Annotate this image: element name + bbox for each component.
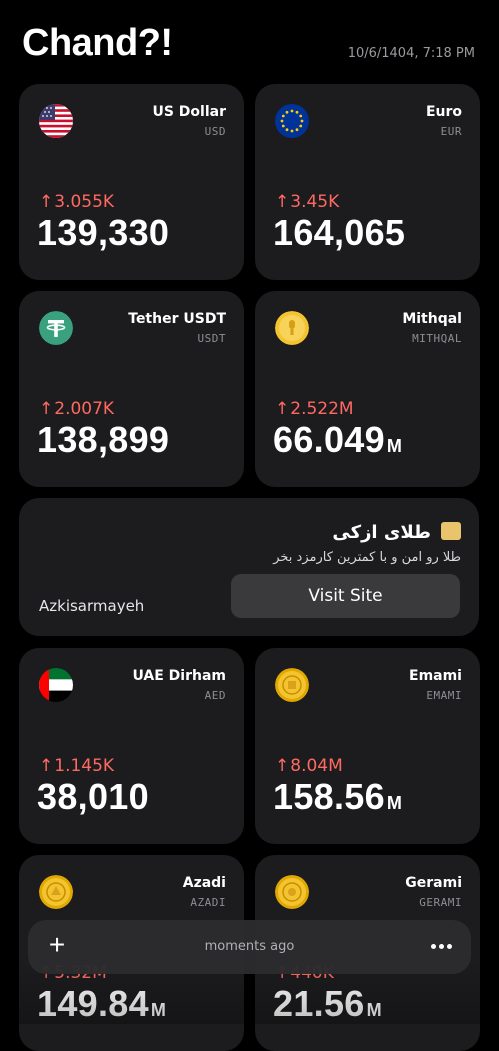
price-number: 164,065	[273, 212, 406, 253]
currency-code: EUR	[440, 125, 462, 138]
us-flag-icon	[39, 104, 73, 138]
currency-code: GERAMI	[419, 896, 462, 909]
change-value: 2.522M	[290, 399, 354, 419]
rate-card-mithqal[interactable]: Mithqal MITHQAL ↑2.522M 66.049 M	[255, 291, 480, 487]
price-number: 158.56	[273, 776, 385, 817]
price-change: ↑3.45K	[275, 192, 339, 212]
price-unit: M	[386, 436, 403, 456]
uae-flag-icon	[39, 668, 73, 702]
price-change: ↑1.145K	[39, 756, 114, 776]
price-unit: M	[386, 793, 403, 813]
ad-title: طلای ازکی	[332, 522, 431, 543]
price-unit: M	[150, 1000, 167, 1020]
change-value: 3.055K	[54, 192, 115, 212]
rate-card-usdt[interactable]: Tether USDT USDT ↑2.007K 138,899	[19, 291, 244, 487]
price-value: 139,330	[37, 212, 171, 254]
price-value: 138,899	[37, 419, 171, 461]
arrow-up-icon: ↑	[275, 192, 290, 212]
price-number: 66.049	[273, 419, 385, 460]
price-value: 38,010	[37, 776, 151, 818]
price-value: 66.049 M	[273, 419, 402, 461]
change-value: 2.007K	[54, 399, 115, 419]
price-change: ↑3.055K	[39, 192, 114, 212]
ad-brand: Azkisarmayeh	[39, 597, 145, 615]
arrow-up-icon: ↑	[275, 399, 290, 419]
currency-name: Azadi	[182, 875, 226, 891]
currency-code: AZADI	[190, 896, 226, 909]
rate-card-emami[interactable]: Emami EMAMI ↑8.04M 158.56 M	[255, 648, 480, 844]
gold-coin-icon	[275, 668, 309, 702]
gold-coin-icon	[39, 875, 73, 909]
currency-code: USD	[204, 125, 226, 138]
price-number: 38,010	[37, 776, 149, 817]
arrow-up-icon: ↑	[39, 756, 54, 776]
arrow-up-icon: ↑	[275, 756, 290, 776]
price-value: 21.56 M	[273, 983, 382, 1025]
currency-code: USDT	[197, 332, 226, 345]
price-number: 139,330	[37, 212, 170, 253]
currency-name: Gerami	[405, 875, 462, 891]
change-value: 1.145K	[54, 756, 115, 776]
arrow-up-icon: ↑	[39, 399, 54, 419]
currency-name: Tether USDT	[128, 311, 226, 327]
rate-card-aed[interactable]: UAE Dirham AED ↑1.145K 38,010	[19, 648, 244, 844]
currency-name: US Dollar	[152, 104, 226, 120]
currency-name: Emami	[409, 668, 462, 684]
currency-name: Euro	[425, 104, 462, 120]
gold-bar-icon	[441, 522, 461, 540]
price-value: 149.84 M	[37, 983, 166, 1025]
eu-flag-icon	[275, 104, 309, 138]
app-title: Chand?!	[22, 22, 173, 64]
bottom-toolbar: + moments ago	[28, 920, 471, 974]
currency-code: EMAMI	[426, 689, 462, 702]
price-change: ↑2.522M	[275, 399, 354, 419]
refresh-status[interactable]: moments ago	[28, 939, 471, 954]
rate-card-eur[interactable]: Euro EUR ↑3.45K 164,065	[255, 84, 480, 280]
rate-card-usd[interactable]: US Dollar USD ↑3.055K 139,330	[19, 84, 244, 280]
change-value: 8.04M	[290, 756, 343, 776]
price-change: ↑8.04M	[275, 756, 343, 776]
price-value: 158.56 M	[273, 776, 402, 818]
ad-subtitle: طلا رو امن و با کمترین کارمزد بخر	[273, 550, 461, 565]
last-updated-timestamp: 10/6/1404, 7:18 PM	[347, 46, 475, 61]
header: Chand?! 10/6/1404, 7:18 PM	[0, 0, 499, 80]
currency-code: MITHQAL	[412, 332, 462, 345]
gold-coin-icon	[275, 875, 309, 909]
price-number: 138,899	[37, 419, 170, 460]
currency-name: Mithqal	[402, 311, 462, 327]
arrow-up-icon: ↑	[39, 192, 54, 212]
price-unit: M	[366, 1000, 382, 1020]
sponsored-ad-card: طلای ازکی طلا رو امن و با کمترین کارمزد …	[19, 498, 479, 636]
currency-name: UAE Dirham	[132, 668, 226, 684]
change-value: 3.45K	[290, 192, 340, 212]
tether-icon	[39, 311, 73, 345]
price-number: 21.56	[273, 983, 365, 1024]
gold-mithqal-icon	[275, 311, 309, 345]
price-change: ↑2.007K	[39, 399, 114, 419]
more-options-icon[interactable]	[431, 942, 453, 952]
visit-site-button[interactable]: Visit Site	[231, 574, 460, 618]
price-number: 149.84	[37, 983, 149, 1024]
price-value: 164,065	[273, 212, 407, 254]
currency-code: AED	[204, 689, 226, 702]
